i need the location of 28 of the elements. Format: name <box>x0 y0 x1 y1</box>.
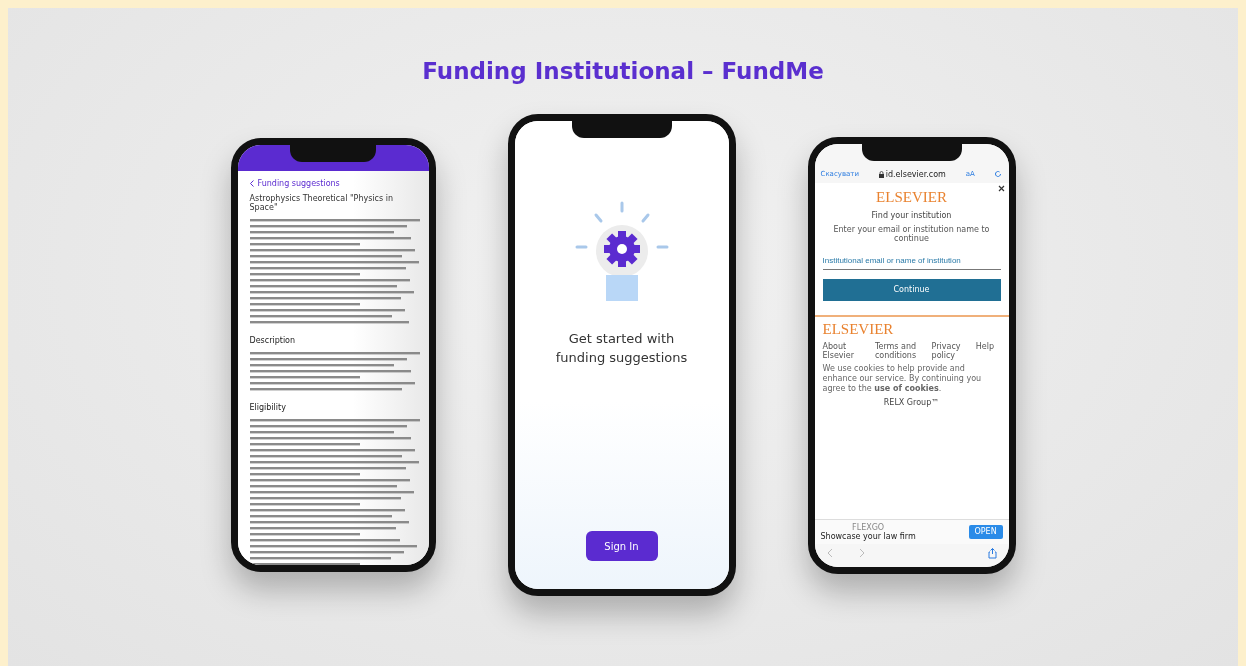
ad-text: Showcase your law firm <box>820 531 916 541</box>
form-heading: Find your institution <box>871 210 952 220</box>
publisher-logo: ELSEVIER <box>876 188 947 206</box>
lock-icon <box>878 170 884 178</box>
footer-link[interactable]: About Elsevier <box>822 341 872 360</box>
back-link[interactable]: Funding suggestions <box>257 179 340 188</box>
section-heading: Eligibility <box>249 403 287 412</box>
welcome-message: Get started with funding suggestions <box>554 330 689 367</box>
footer-link[interactable]: Help <box>975 341 1001 360</box>
open-button[interactable]: OPEN <box>968 524 1003 539</box>
cookie-notice: We use cookies to help provide and enhance our service. By continuing you agree to the use of cookies. <box>822 363 983 394</box>
sign-in-button[interactable]: Sign In <box>585 531 658 561</box>
continue-button[interactable]: Continue <box>822 278 1001 301</box>
share-icon[interactable] <box>987 547 997 559</box>
section-heading: Description <box>249 336 297 345</box>
group-logo: RELX Group™ <box>882 397 941 407</box>
footer-link[interactable]: Terms and conditions <box>874 341 929 360</box>
grant-title: Astrophysics Theoretical "Physics in Space" <box>249 194 394 212</box>
form-subheading: Enter your email or institution name to continue <box>832 224 991 243</box>
ad-label: FLEXGO <box>851 522 886 532</box>
reload-icon[interactable] <box>994 170 1003 178</box>
url-text: id.elsevier.com <box>885 169 946 179</box>
publisher-logo: ELSEVIER <box>822 320 894 338</box>
footer-link[interactable]: Privacy policy <box>931 341 973 360</box>
institution-input-field[interactable]: Institutional email or name of institution <box>822 247 1001 270</box>
back-chevron-icon[interactable] <box>249 180 254 187</box>
close-icon[interactable] <box>997 184 1005 192</box>
page-title: Funding Institutional – FundMe <box>422 58 824 84</box>
